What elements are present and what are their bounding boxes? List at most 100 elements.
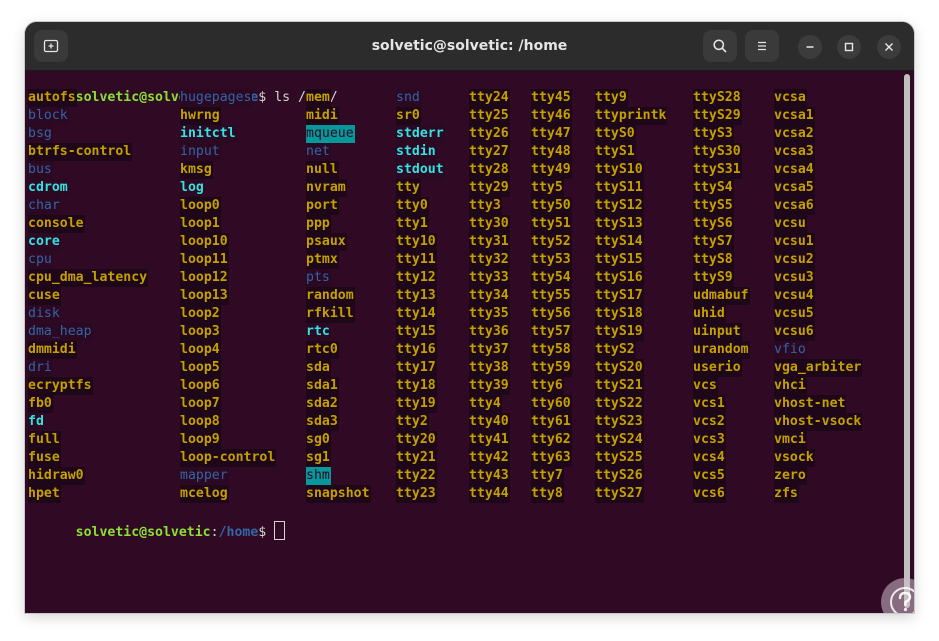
dev-entry-vcsu5: vcsu5	[774, 305, 815, 323]
dev-entry-midi: midi	[306, 107, 339, 125]
dev-entry-vcs2: vcs2	[693, 413, 726, 431]
prompt-path: /home	[218, 525, 259, 540]
dev-entry-shm: shm	[306, 467, 331, 485]
dev-entry-autofs: autofs	[28, 89, 77, 107]
dev-entry-ttyS23: ttyS23	[595, 413, 644, 431]
dev-entry-loop0: loop0	[180, 197, 221, 215]
dev-entry-psaux: psaux	[306, 233, 347, 251]
dev-entry-snd: snd	[396, 89, 421, 107]
dev-entry-tty41: tty41	[469, 431, 510, 449]
dev-entry-tty61: tty61	[531, 413, 572, 431]
dev-entry-cpu: cpu	[28, 251, 53, 269]
dev-entry-loop6: loop6	[180, 377, 221, 395]
dev-entry-hpet: hpet	[28, 485, 61, 503]
dev-entry-vmci: vmci	[774, 431, 807, 449]
dev-entry-tty36: tty36	[469, 323, 510, 341]
dev-entry-console: console	[28, 215, 85, 233]
minimize-button[interactable]	[798, 35, 822, 59]
dev-entry-stderr: stderr	[396, 125, 445, 143]
dev-entry-ttyS5: ttyS5	[693, 197, 734, 215]
dev-entry-loop9: loop9	[180, 431, 221, 449]
dev-entry-tty39: tty39	[469, 377, 510, 395]
dev-entry-ttyS6: ttyS6	[693, 215, 734, 233]
dev-entry-tty48: tty48	[531, 143, 572, 161]
dev-entry-tty10: tty10	[396, 233, 437, 251]
dev-entry-loop1: loop1	[180, 215, 221, 233]
dev-entry-tty15: tty15	[396, 323, 437, 341]
menu-button[interactable]	[745, 30, 779, 62]
dev-entry-vcs3: vcs3	[693, 431, 726, 449]
dev-entry-bsg: bsg	[28, 125, 53, 143]
dev-entry-tty14: tty14	[396, 305, 437, 323]
dev-entry-sda: sda	[306, 359, 331, 377]
dev-entry-ttyS31: ttyS31	[693, 161, 742, 179]
search-button[interactable]	[703, 30, 737, 62]
dev-entry-sg0: sg0	[306, 431, 331, 449]
dev-entry-ttyS0: ttyS0	[595, 125, 636, 143]
scrollbar[interactable]	[904, 74, 910, 608]
maximize-icon	[844, 42, 854, 52]
dev-entry-rfkill: rfkill	[306, 305, 355, 323]
dev-entry-loop2: loop2	[180, 305, 221, 323]
dev-entry-ttyS16: ttyS16	[595, 269, 644, 287]
dev-entry-tty49: tty49	[531, 161, 572, 179]
dev-entry-ttyS29: ttyS29	[693, 107, 742, 125]
dev-entry-vcsa2: vcsa2	[774, 125, 815, 143]
terminal-window: solvetic@solvetic: /home solvetic@solvet…	[25, 22, 914, 613]
dev-entry-ttyS15: ttyS15	[595, 251, 644, 269]
prompt-symbol: $	[258, 90, 267, 105]
dev-entry-tty46: tty46	[531, 107, 572, 125]
dev-entry-sda1: sda1	[306, 377, 339, 395]
dev-entry-ttyS21: ttyS21	[595, 377, 644, 395]
dev-entry-mem: mem	[306, 89, 331, 107]
dev-entry-vcsu3: vcsu3	[774, 269, 815, 287]
dev-entry-pts: pts	[306, 269, 331, 287]
dev-entry-tty9: tty9	[595, 89, 628, 107]
title-bar[interactable]: solvetic@solvetic: /home	[25, 22, 914, 71]
maximize-button[interactable]	[837, 35, 861, 59]
dev-entry-initctl: initctl	[180, 125, 237, 143]
dev-entry-vcsa4: vcsa4	[774, 161, 815, 179]
dev-entry-tty20: tty20	[396, 431, 437, 449]
dev-entry-vcsu6: vcsu6	[774, 323, 815, 341]
close-button[interactable]	[877, 35, 901, 59]
dev-entry-tty24: tty24	[469, 89, 510, 107]
active-prompt-line[interactable]: solvetic@solvetic:/home$	[28, 503, 286, 540]
dev-entry-ttyS22: ttyS22	[595, 395, 644, 413]
dev-entry-ttyS11: ttyS11	[595, 179, 644, 197]
minimize-icon	[806, 46, 814, 48]
dev-entry-tty47: tty47	[531, 125, 572, 143]
dev-entry-loop12: loop12	[180, 269, 229, 287]
dev-entry-tty8: tty8	[531, 485, 564, 503]
dev-entry-ttyS8: ttyS8	[693, 251, 734, 269]
dev-entry-loop5: loop5	[180, 359, 221, 377]
dev-entry-loop10: loop10	[180, 233, 229, 251]
dev-entry-tty53: tty53	[531, 251, 572, 269]
dev-entry-sr0: sr0	[396, 107, 421, 125]
dev-entry-tty1: tty1	[396, 215, 429, 233]
dev-entry-loop-control: loop-control	[180, 449, 277, 467]
dev-entry-tty27: tty27	[469, 143, 510, 161]
dev-entry-ttyprintk: ttyprintk	[595, 107, 668, 125]
dev-entry-nvram: nvram	[306, 179, 347, 197]
terminal-output[interactable]: solvetic@solvetic:/home$ ls /dev/ autofs…	[25, 71, 903, 613]
dev-entry-userio: userio	[693, 359, 742, 377]
dev-entry-kmsg: kmsg	[180, 161, 213, 179]
dev-entry-ttyS17: ttyS17	[595, 287, 644, 305]
dev-entry-fb0: fb0	[28, 395, 53, 413]
dev-entry-tty38: tty38	[469, 359, 510, 377]
hamburger-menu-icon	[758, 41, 766, 51]
dev-entry-random: random	[306, 287, 355, 305]
dev-entry-tty52: tty52	[531, 233, 572, 251]
dev-entry-ppp: ppp	[306, 215, 331, 233]
dev-entry-tty34: tty34	[469, 287, 510, 305]
dev-entry-tty50: tty50	[531, 197, 572, 215]
dev-entry-tty12: tty12	[396, 269, 437, 287]
dev-entry-tty25: tty25	[469, 107, 510, 125]
window-title: solvetic@solvetic: /home	[371, 38, 568, 54]
dev-entry-ttyS24: ttyS24	[595, 431, 644, 449]
dev-entry-tty59: tty59	[531, 359, 572, 377]
dev-entry-tty37: tty37	[469, 341, 510, 359]
dev-entry-vcsu: vcsu	[774, 215, 807, 233]
dev-entry-vcs4: vcs4	[693, 449, 726, 467]
